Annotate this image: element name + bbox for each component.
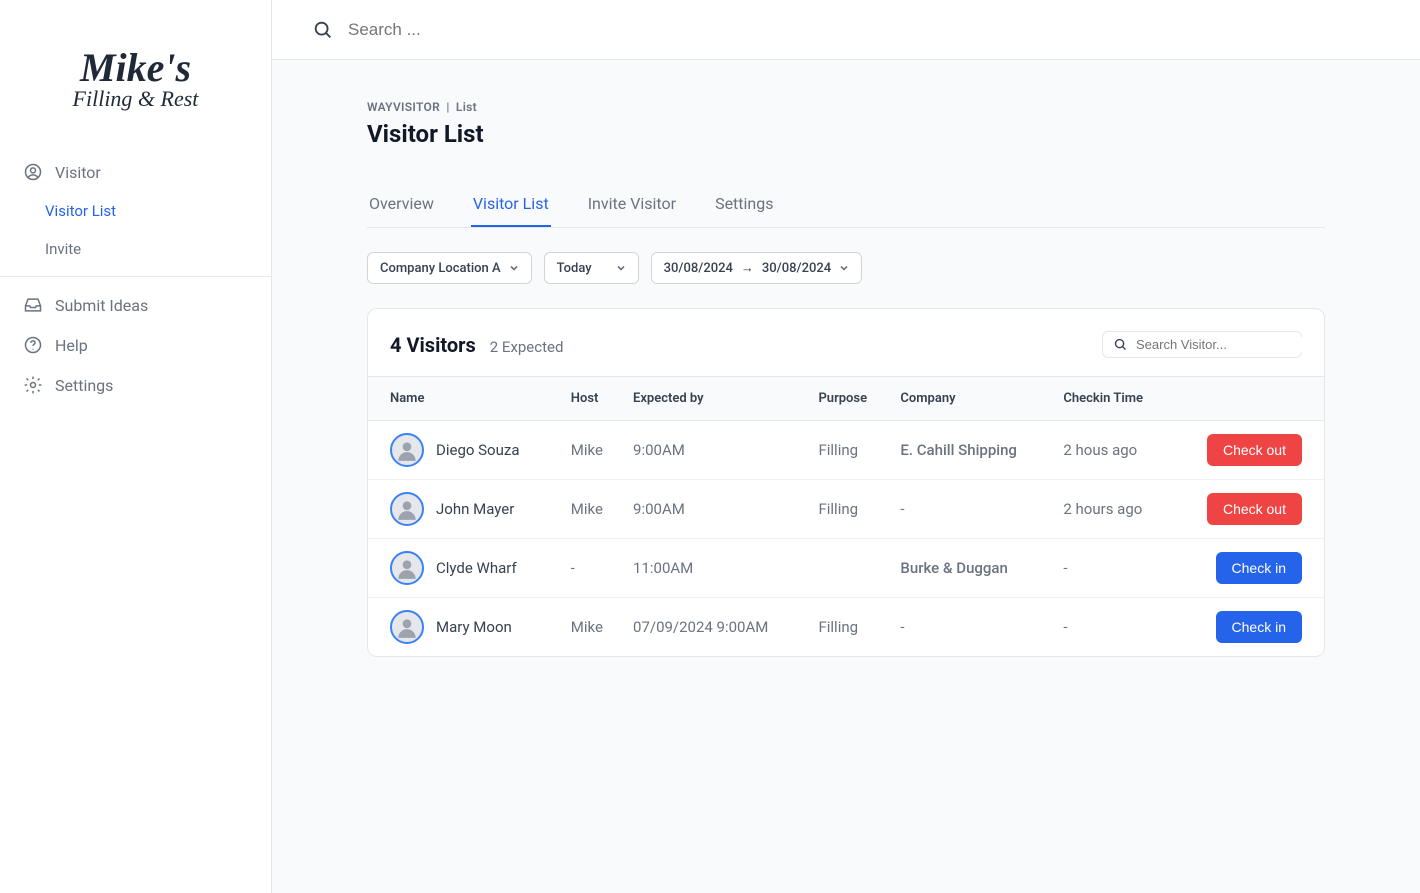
filter-bar: Company Location A Today 30/08/2024 → 30…	[367, 252, 1325, 284]
sidebar-sub-invite[interactable]: Invite	[15, 230, 256, 268]
filter-location[interactable]: Company Location A	[367, 252, 532, 284]
breadcrumb: WAYVISITOR | List	[367, 100, 1325, 114]
visitor-count: 4 Visitors 2 Expected	[390, 333, 563, 357]
visitor-expected: 11:00AM	[623, 539, 808, 598]
col-purpose: Purpose	[808, 377, 890, 421]
sidebar-item-label: Submit Ideas	[55, 296, 148, 315]
logo-line2: Filling & Rest	[0, 86, 271, 112]
visitor-name: John Mayer	[436, 500, 514, 518]
tab-overview[interactable]: Overview	[367, 182, 436, 227]
visitor-host: Mike	[561, 598, 623, 657]
filter-date-to: 30/08/2024	[762, 261, 831, 276]
table-row: Mary MoonMike07/09/2024 9:00AMFilling--C…	[368, 598, 1324, 657]
visitor-expected: 9:00AM	[623, 421, 808, 480]
main: WAYVISITOR | List Visitor List Overview …	[272, 0, 1420, 893]
sidebar-item-submit-ideas[interactable]: Submit Ideas	[15, 285, 256, 325]
filter-period[interactable]: Today	[544, 252, 639, 284]
sidebar-item-label: Help	[55, 336, 88, 355]
search-icon	[312, 19, 334, 41]
avatar	[390, 492, 424, 526]
help-icon	[23, 335, 43, 355]
col-host: Host	[561, 377, 623, 421]
tabs: Overview Visitor List Invite Visitor Set…	[367, 182, 1325, 228]
visitor-purpose: Filling	[808, 598, 890, 657]
visitor-card: 4 Visitors 2 Expected Name Hos	[367, 308, 1325, 657]
search-icon	[1113, 337, 1128, 352]
visitor-checkin: 2 hous ago	[1053, 421, 1172, 480]
visitor-expected: 07/09/2024 9:00AM	[623, 598, 808, 657]
arrow-right-icon: →	[741, 260, 754, 276]
crumb-sep: |	[446, 100, 449, 114]
visitor-table: Name Host Expected by Purpose Company Ch…	[368, 376, 1324, 656]
visitor-search[interactable]	[1102, 331, 1302, 358]
visitor-purpose: Filling	[808, 480, 890, 539]
divider	[0, 276, 271, 277]
check-in-button[interactable]: Check in	[1216, 552, 1302, 584]
col-company: Company	[890, 377, 1053, 421]
chevron-down-icon	[509, 263, 519, 273]
visitor-host: -	[561, 539, 623, 598]
check-out-button[interactable]: Check out	[1207, 493, 1302, 525]
visitor-checkin: -	[1053, 539, 1172, 598]
count-expected: 2 Expected	[490, 338, 564, 356]
filter-date-range[interactable]: 30/08/2024 → 30/08/2024	[651, 252, 863, 284]
visitor-checkin: 2 hours ago	[1053, 480, 1172, 539]
visitor-name: Diego Souza	[436, 441, 519, 459]
count-total: 4 Visitors	[390, 333, 476, 357]
visitor-name: Clyde Wharf	[436, 559, 517, 577]
visitor-purpose	[808, 539, 890, 598]
sidebar-item-label: Visitor	[55, 163, 101, 182]
tab-visitor-list[interactable]: Visitor List	[471, 182, 551, 227]
check-out-button[interactable]: Check out	[1207, 434, 1302, 466]
global-search-input[interactable]	[348, 20, 1380, 40]
col-expected: Expected by	[623, 377, 808, 421]
avatar	[390, 433, 424, 467]
visitor-company: -	[890, 480, 1053, 539]
col-checkin: Checkin Time	[1053, 377, 1172, 421]
page-title: Visitor List	[367, 120, 1325, 148]
sidebar-sub-visitor-list[interactable]: Visitor List	[15, 192, 256, 230]
visitor-host: Mike	[561, 480, 623, 539]
chevron-down-icon	[839, 263, 849, 273]
check-in-button[interactable]: Check in	[1216, 611, 1302, 643]
table-row: John Mayer Mike9:00AMFilling-2 hours ago C…	[368, 480, 1324, 539]
visitor-checkin: -	[1053, 598, 1172, 657]
table-row: Diego Souza Mike9:00AMFillingE. Cahill Sh…	[368, 421, 1324, 480]
sidebar: Mike's Filling & Rest Visitor Visitor Li…	[0, 0, 272, 893]
table-row: Clyde Wharf-11:00AMBurke & Duggan-Check …	[368, 539, 1324, 598]
content: WAYVISITOR | List Visitor List Overview …	[272, 60, 1420, 893]
visitor-company: E. Cahill Shipping	[890, 421, 1053, 480]
gear-icon	[23, 375, 43, 395]
visitor-name: Mary Moon	[436, 618, 512, 636]
visitor-company: -	[890, 598, 1053, 657]
topbar	[272, 0, 1420, 60]
sidebar-item-label: Settings	[55, 376, 113, 395]
tab-settings[interactable]: Settings	[713, 182, 775, 227]
visitor-expected: 9:00AM	[623, 480, 808, 539]
user-circle-icon	[23, 162, 43, 182]
filter-period-label: Today	[557, 261, 592, 276]
logo: Mike's Filling & Rest	[0, 50, 271, 112]
sidebar-item-help[interactable]: Help	[15, 325, 256, 365]
sidebar-item-settings[interactable]: Settings	[15, 365, 256, 405]
visitor-purpose: Filling	[808, 421, 890, 480]
inbox-icon	[23, 295, 43, 315]
filter-location-label: Company Location A	[380, 261, 501, 276]
tab-invite-visitor[interactable]: Invite Visitor	[586, 182, 678, 227]
visitor-search-input[interactable]	[1136, 337, 1312, 352]
chevron-down-icon	[616, 263, 626, 273]
col-name: Name	[368, 377, 561, 421]
crumb-app: WAYVISITOR	[367, 100, 440, 114]
avatar	[390, 610, 424, 644]
visitor-host: Mike	[561, 421, 623, 480]
filter-date-from: 30/08/2024	[664, 261, 733, 276]
crumb-current: List	[456, 100, 477, 114]
logo-line1: Mike's	[0, 50, 271, 86]
avatar	[390, 551, 424, 585]
sidebar-item-visitor[interactable]: Visitor	[15, 152, 256, 192]
visitor-company: Burke & Duggan	[890, 539, 1053, 598]
